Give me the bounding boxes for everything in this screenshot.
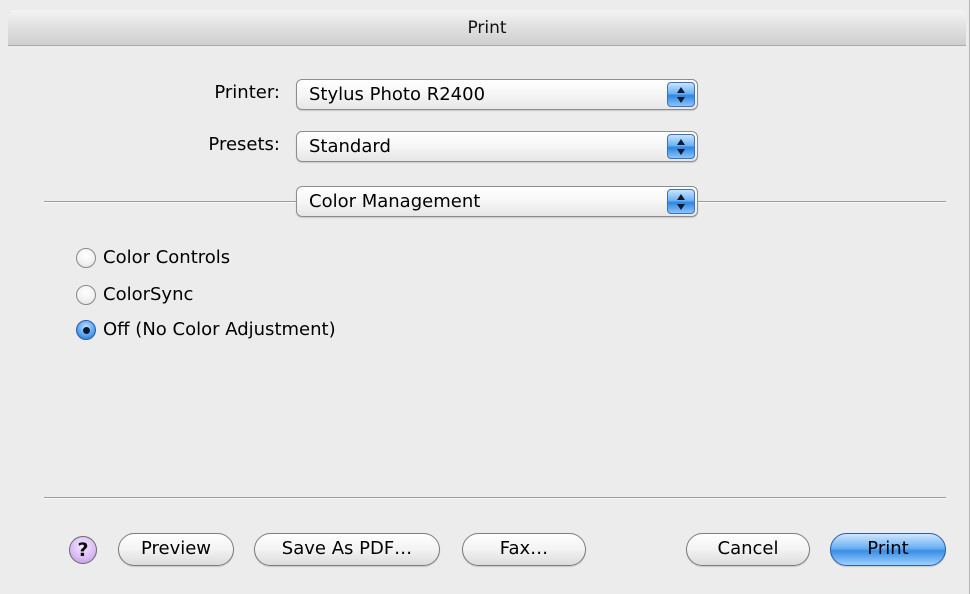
- radio-button[interactable]: [76, 248, 96, 268]
- bottom-separator: [44, 497, 946, 499]
- title-bar[interactable]: Print: [8, 10, 966, 46]
- printer-label: Printer:: [214, 82, 280, 103]
- panel-value: Color Management: [309, 191, 481, 212]
- preview-button[interactable]: Preview: [118, 533, 234, 566]
- printer-popup[interactable]: Stylus Photo R2400: [296, 79, 698, 110]
- presets-label: Presets:: [208, 134, 280, 155]
- window-title: Print: [467, 18, 507, 38]
- help-button[interactable]: ?: [69, 536, 97, 564]
- presets-value: Standard: [309, 136, 391, 157]
- updown-arrows-icon: [667, 189, 695, 214]
- updown-arrows-icon: [667, 82, 695, 107]
- radio-label: Color Controls: [103, 247, 231, 268]
- fax-button[interactable]: Fax…: [462, 533, 586, 566]
- print-dialog: Print Printer: Stylus Photo R2400 Preset…: [0, 0, 970, 594]
- radio-button[interactable]: [76, 285, 96, 305]
- radio-label: Off (No Color Adjustment): [103, 319, 336, 340]
- radio-dot: [83, 327, 90, 334]
- print-button[interactable]: Print: [830, 533, 946, 566]
- updown-arrows-icon: [667, 134, 695, 159]
- radio-button-selected[interactable]: [76, 320, 96, 340]
- printer-value: Stylus Photo R2400: [309, 84, 486, 105]
- panel-separator-left: [44, 201, 296, 203]
- cancel-button[interactable]: Cancel: [686, 533, 810, 566]
- radio-label: ColorSync: [103, 284, 194, 305]
- panel-separator-right: [698, 201, 946, 203]
- presets-popup[interactable]: Standard: [296, 131, 698, 162]
- panel-popup[interactable]: Color Management: [296, 186, 698, 217]
- save-as-pdf-button[interactable]: Save As PDF…: [254, 533, 440, 566]
